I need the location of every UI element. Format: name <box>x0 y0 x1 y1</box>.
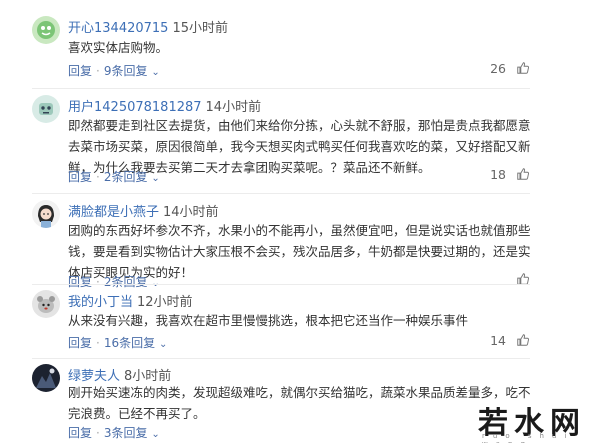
separator-dot: · <box>96 336 100 350</box>
comment-actions: 回复 · 3条回复 ⌄ <box>68 424 160 441</box>
timestamp: 14小时前 <box>163 205 219 220</box>
reply-button[interactable]: 回复 <box>68 336 92 350</box>
username-text[interactable]: 满脸都是小燕子 <box>68 205 159 220</box>
view-replies-button[interactable]: 16条回复 ⌄ <box>104 336 168 350</box>
separator-dot: · <box>96 170 100 184</box>
view-replies-button[interactable]: 3条回复 ⌄ <box>104 426 160 440</box>
chevron-down-icon: ⌄ <box>151 67 160 78</box>
watermark-subtext: ruo shui wang <box>482 432 575 443</box>
robot-avatar-icon[interactable] <box>32 95 60 123</box>
chevron-down-icon: ⌄ <box>151 429 160 440</box>
username-text[interactable]: 用户1425078181287 <box>68 100 202 115</box>
chevron-down-icon: ⌄ <box>158 339 168 350</box>
comment-actions: 回复 · 2条回复 ⌄ <box>68 273 160 290</box>
username[interactable]: 满脸都是小燕子 14小时前 <box>68 201 219 220</box>
username[interactable]: 开心134420715 15小时前 <box>68 17 228 36</box>
divider <box>32 88 530 89</box>
like-count: 14 <box>490 333 507 348</box>
thumbs-up-icon <box>517 334 530 346</box>
comment-actions: 回复 · 9条回复 ⌄ <box>68 62 160 79</box>
timestamp: 14小时前 <box>205 100 262 115</box>
separator-dot: · <box>96 426 100 440</box>
green-avatar-icon[interactable] <box>32 16 60 44</box>
divider <box>32 284 530 285</box>
like-count: 18 <box>490 167 507 182</box>
comment-text: 刚开始买速冻的肉类，发现超级难吃，就偶尔买给猫吃，蔬菜水果品质差量多，吃不完浪费… <box>68 385 531 421</box>
like-button[interactable]: 18 <box>490 167 530 182</box>
like-button[interactable]: 14 <box>490 333 530 348</box>
view-replies-button[interactable]: 9条回复 ⌄ <box>104 64 160 78</box>
girl-avatar-icon[interactable] <box>32 200 60 228</box>
reply-button[interactable]: 回复 <box>68 275 92 289</box>
chevron-down-icon: ⌄ <box>151 173 160 184</box>
view-replies-button[interactable]: 2条回复 ⌄ <box>104 170 160 184</box>
divider <box>32 358 530 359</box>
username-text[interactable]: 开心134420715 <box>68 21 168 36</box>
separator-dot: · <box>96 275 100 289</box>
timestamp: 12小时前 <box>137 295 193 310</box>
reply-button[interactable]: 回复 <box>68 426 92 440</box>
timestamp: 15小时前 <box>172 21 228 36</box>
username-text[interactable]: 我的小丁当 <box>68 295 133 310</box>
username[interactable]: 我的小丁当 12小时前 <box>68 291 193 310</box>
reply-button[interactable]: 回复 <box>68 64 92 78</box>
separator-dot: · <box>96 64 100 78</box>
like-count: 26 <box>490 61 507 76</box>
reply-button[interactable]: 回复 <box>68 170 92 184</box>
comment-actions: 回复 · 2条回复 ⌄ <box>68 168 160 185</box>
thumbs-up-icon <box>517 62 530 74</box>
animal-avatar-icon[interactable] <box>32 290 60 318</box>
divider <box>32 193 530 194</box>
comment-actions: 回复 · 16条回复 ⌄ <box>68 334 167 351</box>
comment-text: 从来没有兴趣，我喜欢在超市里慢慢挑选，根本把它还当作一种娱乐事件 <box>68 313 469 328</box>
username[interactable]: 用户1425078181287 14小时前 <box>68 96 261 115</box>
dark-avatar-icon[interactable] <box>32 364 60 392</box>
like-button[interactable]: 26 <box>490 61 530 76</box>
thumbs-up-icon <box>517 168 530 180</box>
comment-text: 喜欢实体店购物。 <box>68 40 169 55</box>
view-replies-button[interactable]: 2条回复 ⌄ <box>104 275 160 289</box>
